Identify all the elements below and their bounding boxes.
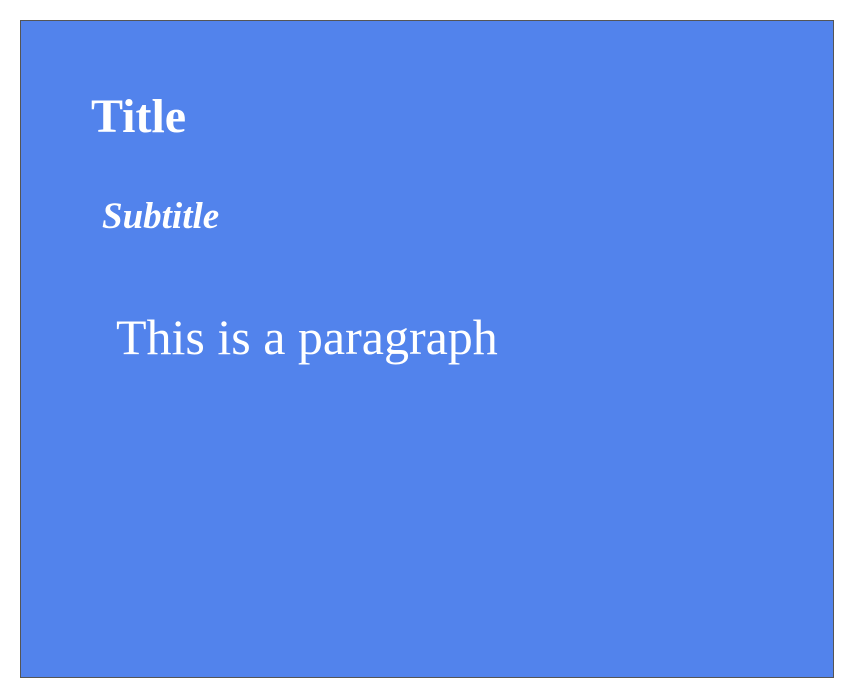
- slide-subtitle: Subtitle: [102, 196, 220, 237]
- slide-paragraph: This is a paragraph: [116, 309, 498, 365]
- slide-title: Title: [91, 90, 187, 143]
- slide-panel: Title Subtitle This is a paragraph: [20, 20, 834, 678]
